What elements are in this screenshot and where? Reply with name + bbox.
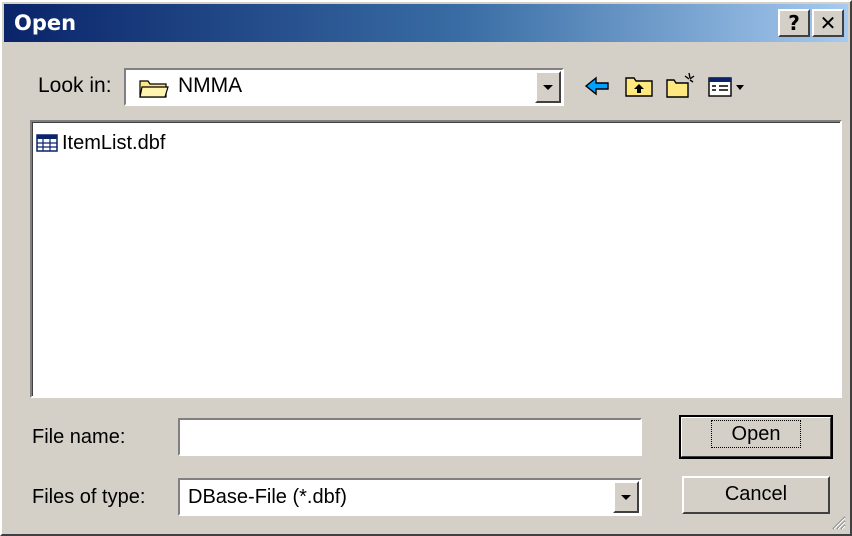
files-of-type-label: Files of type: <box>32 486 146 508</box>
help-button[interactable]: ? <box>778 9 810 37</box>
look-in-value: NMMA <box>178 74 243 97</box>
close-button[interactable]: ✕ <box>812 9 844 37</box>
up-one-level-icon[interactable] <box>622 70 656 102</box>
open-button-label: Open <box>710 420 802 448</box>
file-list[interactable]: ItemList.dbf <box>30 120 842 398</box>
look-in-dropdown[interactable]: NMMA <box>124 68 564 106</box>
view-menu-icon[interactable] <box>706 70 756 102</box>
cancel-button[interactable]: Cancel <box>682 476 830 514</box>
file-name-input[interactable] <box>178 418 642 456</box>
file-name-label-text: File name: <box>32 426 126 448</box>
resize-grip-icon[interactable] <box>830 514 846 530</box>
files-of-type-value: DBase-File (*.dbf) <box>188 486 347 508</box>
dbf-table-icon <box>36 134 58 152</box>
files-of-type-dropdown[interactable]: DBase-File (*.dbf) <box>178 478 642 516</box>
look-in-label: Look in: <box>38 74 112 97</box>
folder-icon <box>139 80 169 98</box>
open-dialog: Open ? ✕ Look in: NMMA ItemList.dbf File… <box>0 0 852 536</box>
title-bar[interactable]: Open ? ✕ <box>4 4 848 42</box>
window-title: Open <box>14 11 77 35</box>
files-of-type-dropdown-arrow[interactable] <box>613 481 639 513</box>
look-in-dropdown-arrow[interactable] <box>535 71 561 103</box>
open-button[interactable]: Open <box>679 415 833 459</box>
create-new-folder-icon[interactable] <box>664 70 698 102</box>
back-arrow-icon[interactable] <box>580 70 614 102</box>
file-name-label: ItemList.dbf <box>62 132 166 154</box>
